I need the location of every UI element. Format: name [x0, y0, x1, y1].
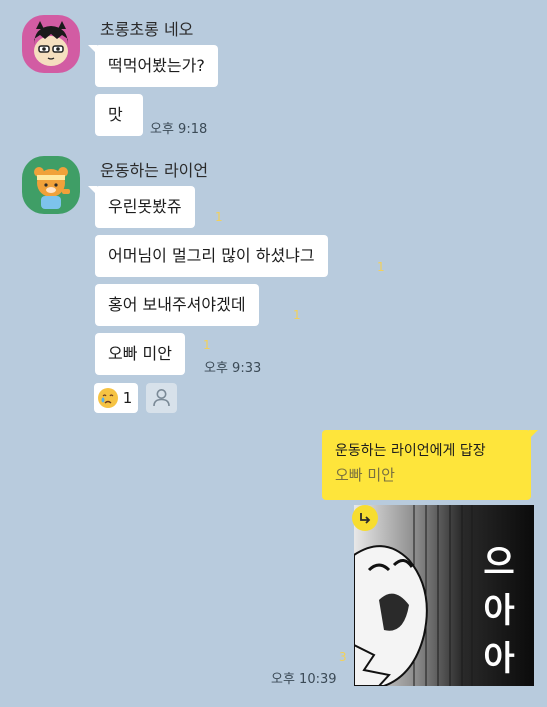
- reply-title: 운동하는 라이언에게 답장: [335, 443, 486, 459]
- image-caption: 으아아: [483, 543, 515, 679]
- reply-quote: 오빠 미안: [335, 466, 395, 484]
- message-bubble[interactable]: 우린못봤쥬: [88, 186, 195, 228]
- unread-count: 1: [215, 210, 223, 224]
- ryan-avatar[interactable]: [22, 156, 80, 214]
- message-time: 오후 9:18: [150, 122, 208, 137]
- message-bubble[interactable]: 어머님이 멀그리 많이 하셨냐그: [95, 235, 328, 277]
- message-bubble[interactable]: 떡먹어봤는가?: [88, 45, 218, 87]
- message-time: 오후 9:33: [204, 361, 262, 376]
- sender-name: 초롱초롱 네오: [100, 20, 194, 39]
- message-bubble[interactable]: 맛: [95, 94, 143, 136]
- unread-count: 1: [203, 338, 211, 352]
- unread-count: 1: [377, 260, 385, 274]
- message-bubble[interactable]: 오빠 미안: [95, 333, 185, 375]
- message-bubble[interactable]: 홍어 보내주셔야겠데: [95, 284, 259, 326]
- reply-bubble[interactable]: 운동하는 라이언에게 답장 오빠 미안: [322, 430, 538, 500]
- reaction-badge[interactable]: 1: [94, 383, 138, 413]
- reply-arrow-icon[interactable]: [352, 505, 378, 531]
- sender-name: 운동하는 라이언: [100, 161, 209, 180]
- reaction-count: 1: [122, 389, 133, 407]
- unread-count: 1: [293, 308, 301, 322]
- person-icon: [153, 389, 170, 407]
- add-reaction-button[interactable]: [146, 383, 177, 413]
- unread-count: 3: [339, 650, 347, 664]
- image-message[interactable]: 으아아: [354, 505, 534, 686]
- message-time: 오후 10:39: [271, 672, 337, 687]
- neo-avatar[interactable]: [22, 15, 80, 73]
- crying-emoji-icon: [98, 387, 118, 408]
